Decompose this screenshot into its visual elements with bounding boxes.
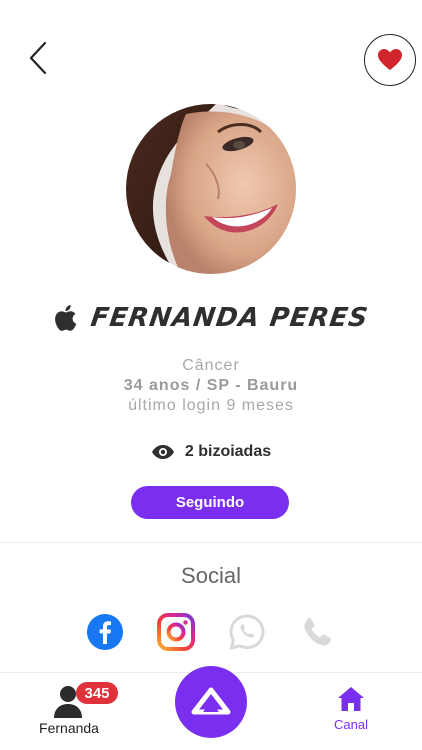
phone-link[interactable]	[299, 613, 337, 651]
tab-profile-label: Fernanda	[39, 720, 99, 736]
profile-info: Câncer 34 anos / SP - Bauru último login…	[0, 356, 422, 416]
divider	[0, 542, 422, 543]
house-icon	[338, 687, 364, 711]
tab-canal-label: Canal	[334, 717, 368, 732]
favorite-button[interactable]	[364, 34, 416, 86]
age-location: 34 anos / SP - Bauru	[123, 377, 299, 394]
zodiac-sign: Câncer	[182, 357, 240, 374]
social-links	[86, 612, 337, 652]
following-button[interactable]: Seguindo	[131, 486, 289, 519]
back-button[interactable]	[20, 38, 56, 78]
eye-icon	[151, 445, 174, 459]
facebook-link[interactable]	[86, 613, 124, 651]
home-action-button[interactable]	[175, 666, 247, 738]
social-section-title: Social	[181, 563, 241, 588]
top-bar	[0, 0, 422, 110]
views-count: 2 bizoiadas	[184, 443, 272, 460]
tab-profile[interactable]: 345 Fernanda	[30, 682, 118, 742]
phone-icon	[304, 617, 332, 646]
notification-badge: 345	[76, 682, 118, 704]
profile-name-row: FERNANDA PERES	[0, 298, 422, 338]
instagram-icon	[157, 613, 195, 651]
heart-icon	[378, 49, 402, 70]
chevron-up-icon	[191, 687, 231, 715]
tab-canal[interactable]: Canal	[326, 686, 376, 736]
last-login: último login 9 meses	[128, 397, 294, 414]
facebook-icon	[87, 614, 123, 650]
profile-name: FERNANDA PERES	[89, 303, 371, 333]
apple-icon	[55, 305, 77, 331]
chevron-left-icon	[29, 41, 47, 75]
avatar	[126, 104, 296, 274]
whatsapp-icon	[229, 614, 265, 651]
instagram-link[interactable]	[157, 613, 195, 651]
views-row: 2 bizoiadas	[0, 440, 422, 464]
whatsapp-link[interactable]	[228, 613, 266, 651]
